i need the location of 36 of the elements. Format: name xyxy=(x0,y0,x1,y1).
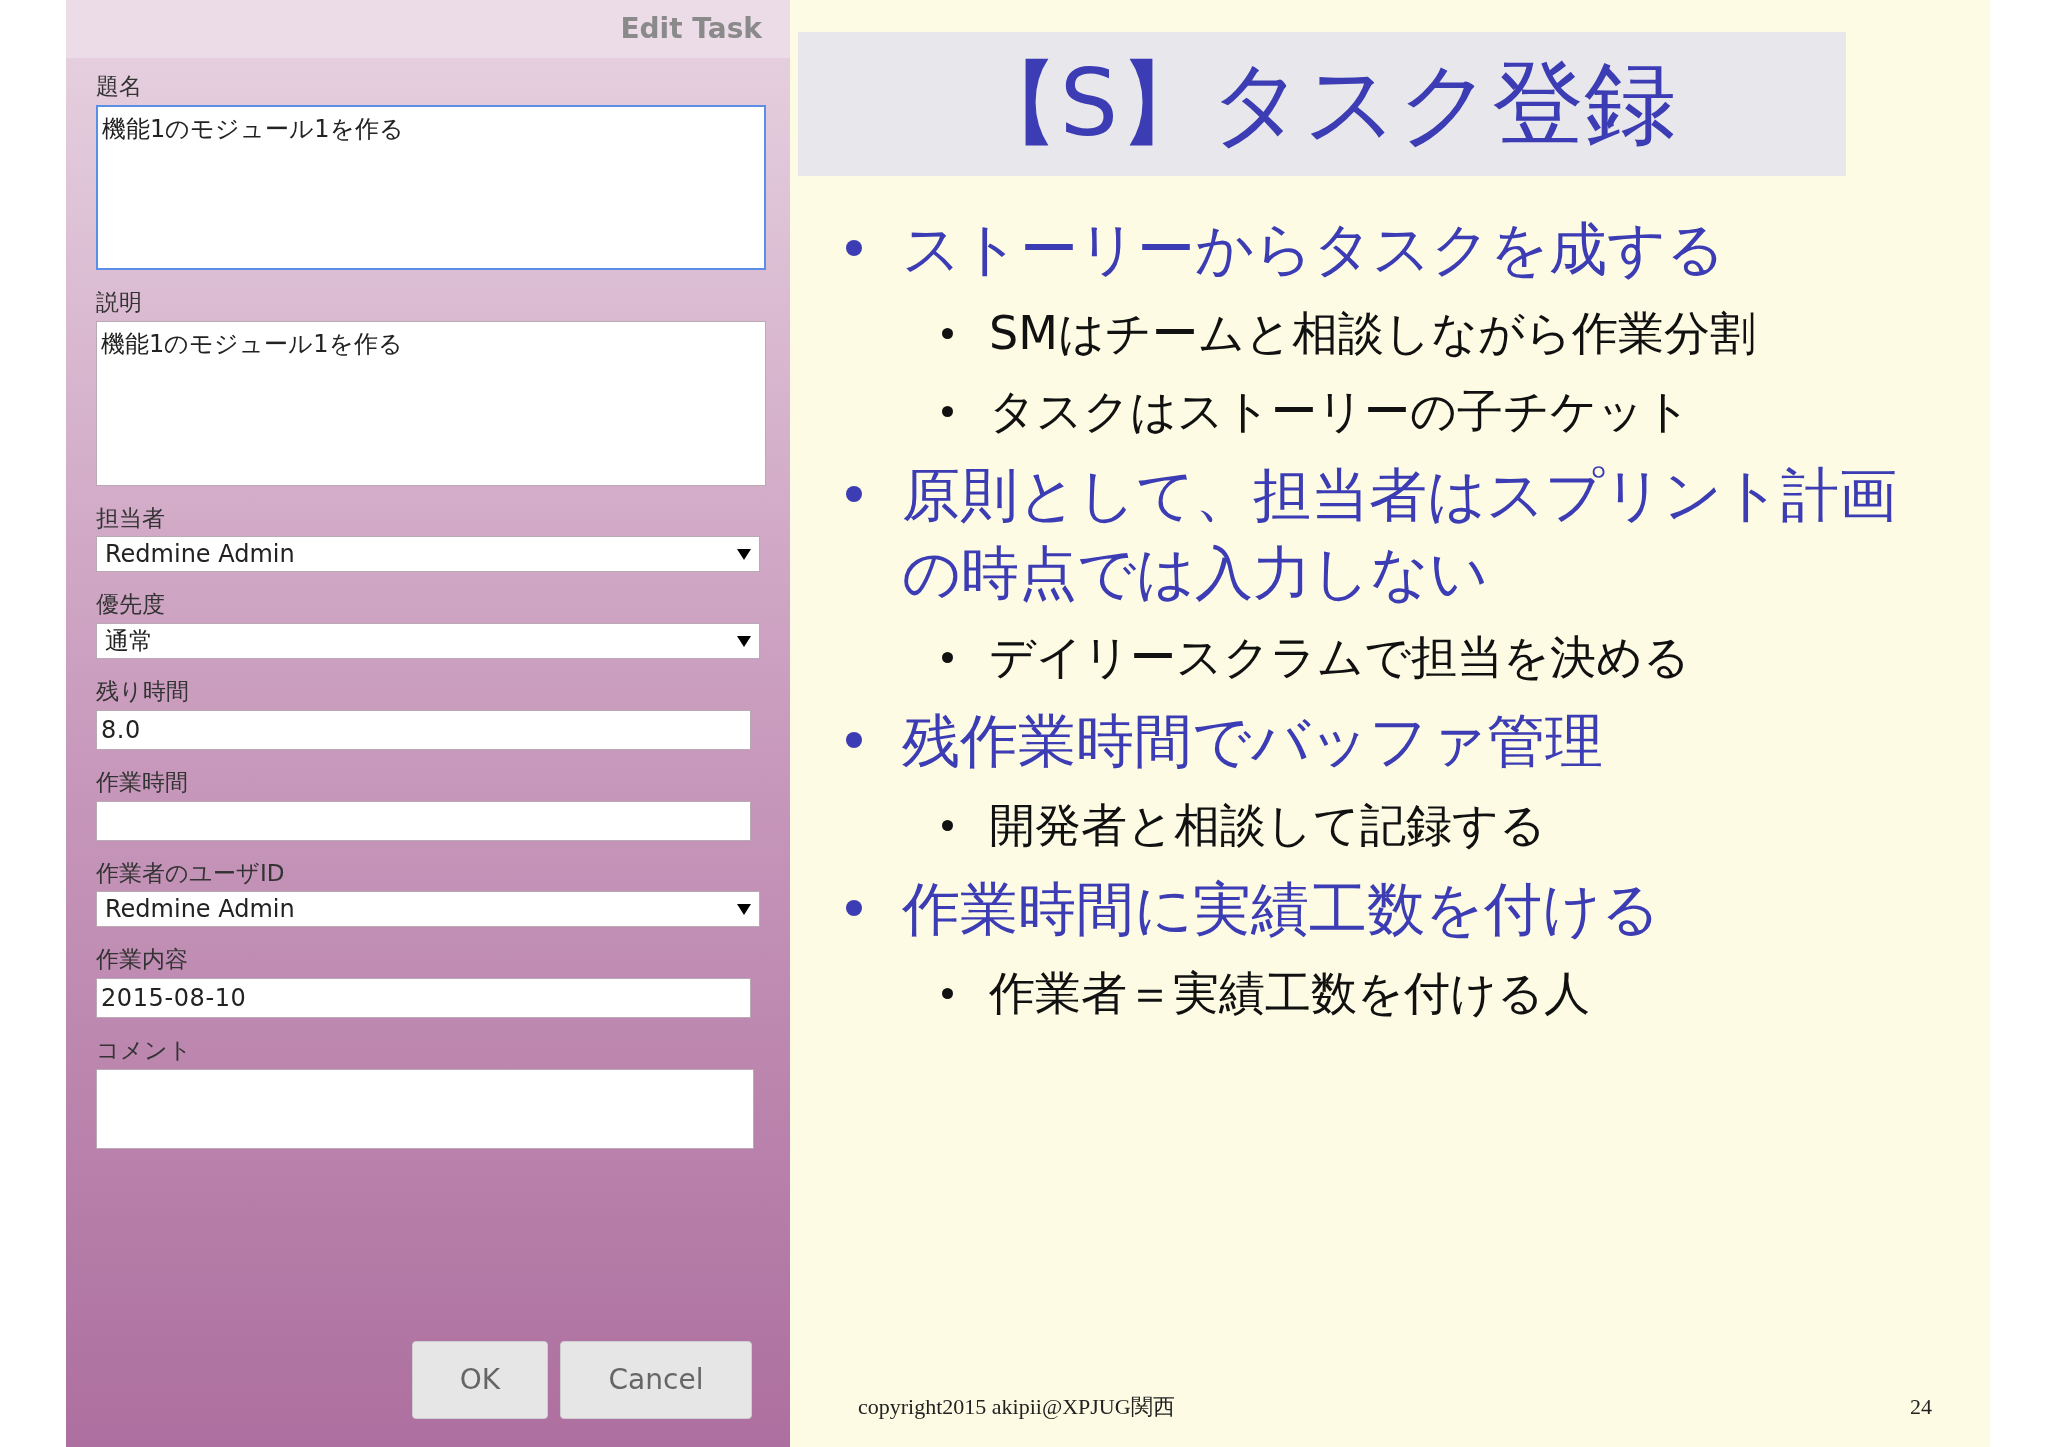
input-field[interactable]: 8.0 xyxy=(96,709,751,750)
dropdown-arrow-icon xyxy=(737,635,751,647)
field-label: 説明 xyxy=(96,287,143,317)
dialog-button[interactable]: OK xyxy=(412,1341,548,1419)
bullet-text: デイリースクラムで担当を決める xyxy=(989,629,1690,686)
bullet-text: 作業者＝実績工数を付ける人 xyxy=(989,965,1590,1022)
page-number: 24 xyxy=(1910,1393,1932,1421)
bullet-text: 残作業時間でバッファ管理 xyxy=(902,706,1604,777)
footer-copyright: copyright2015 akipii@XPJUG関西 xyxy=(858,1393,1175,1421)
bullet-text: 作業時間に実績工数を付ける xyxy=(902,874,1661,945)
field-label: 残り時間 xyxy=(96,677,190,706)
bullet-text: タスクはストーリーの子チケット xyxy=(989,383,1691,440)
field-label: 優先度 xyxy=(96,590,166,619)
dialog-button[interactable]: Cancel xyxy=(560,1341,752,1419)
field-label: 作業時間 xyxy=(96,767,189,797)
text-area[interactable]: 機能1のモジュール1を作る xyxy=(96,320,766,486)
field-label: 担当者 xyxy=(96,503,166,533)
text-area[interactable]: 機能1のモジュール1を作る xyxy=(96,104,766,270)
dropdown-arrow-icon xyxy=(737,903,751,915)
bullet-text: 開発者と相談して記録する xyxy=(989,797,1546,854)
bullet-text: 原則として、担当者はスプリント計画の時点では入力しない xyxy=(902,460,1898,609)
bullet-text: ストーリーからタスクを成する xyxy=(902,214,1726,285)
input-field[interactable]: 2015-08-10 xyxy=(96,978,751,1018)
field-label: 作業内容 xyxy=(96,945,189,974)
bullet-text: SMはチームと相談しながら作業分割 xyxy=(989,305,1756,362)
input-field[interactable] xyxy=(96,800,751,841)
text-area[interactable] xyxy=(96,1068,754,1149)
dialog-title: Edit Task xyxy=(620,11,762,47)
slide-title: 【S】タスク登録 xyxy=(967,49,1677,159)
dropdown-arrow-icon xyxy=(737,548,751,560)
field-label: 題名 xyxy=(96,72,143,101)
dropdown[interactable]: Redmine Admin xyxy=(96,891,760,928)
dropdown[interactable]: Redmine Admin xyxy=(96,536,760,573)
field-label: コメント xyxy=(96,1036,193,1065)
dropdown[interactable]: 通常 xyxy=(96,623,760,659)
field-label: 作業者のユーザID xyxy=(96,858,286,888)
